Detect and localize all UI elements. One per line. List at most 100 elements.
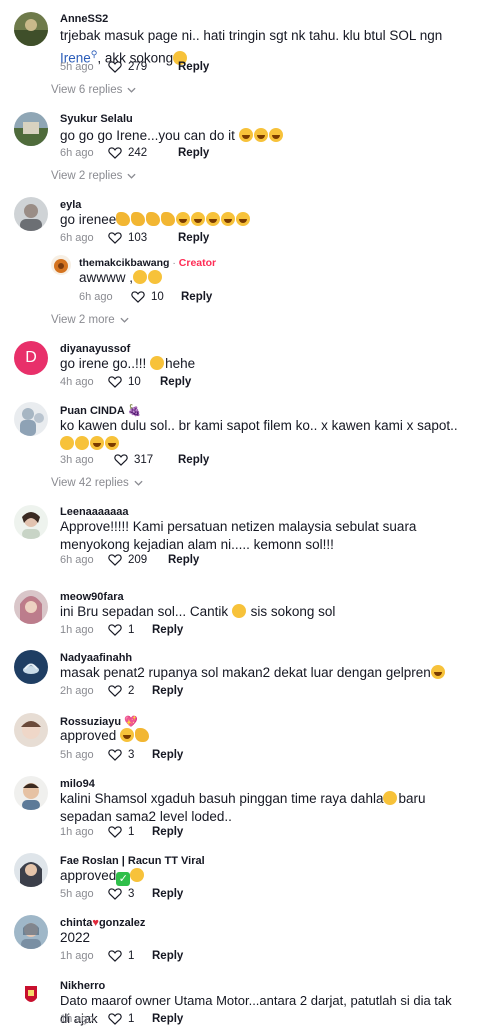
- emoji-icon: [60, 436, 74, 450]
- comment-username[interactable]: diyanayussof: [60, 343, 130, 355]
- thumbs-up-icon: [135, 728, 150, 742]
- heart-icon[interactable]: [108, 146, 122, 159]
- comment-meta: 3h ago 317 Reply: [60, 453, 209, 466]
- heart-icon[interactable]: [108, 684, 122, 697]
- chevron-down-icon: [120, 317, 129, 323]
- heart-icon[interactable]: [108, 553, 122, 566]
- avatar[interactable]: [14, 12, 48, 46]
- comment-username[interactable]: meow90fara: [60, 591, 124, 603]
- avatar[interactable]: [14, 505, 48, 539]
- emoji-icon: [236, 212, 251, 226]
- comment-username[interactable]: Syukur Selalu: [60, 113, 133, 125]
- comment-username[interactable]: Nadyaafinahh: [60, 652, 132, 664]
- like-count: 10: [151, 290, 164, 303]
- comment-text: go irenee: [60, 211, 460, 229]
- heart-icon[interactable]: [108, 887, 122, 900]
- comment-time: 5h ago: [60, 887, 94, 900]
- reply-button[interactable]: Reply: [160, 376, 191, 388]
- heart-icon[interactable]: [131, 290, 145, 303]
- comment-username[interactable]: Nikherro: [60, 980, 105, 992]
- heart-icon[interactable]: [108, 1012, 122, 1025]
- heart-icon[interactable]: [108, 623, 122, 636]
- reply-item: themakcikbawang · Creator awwww , 6h ago…: [0, 250, 500, 330]
- avatar[interactable]: [14, 853, 48, 887]
- reply-button[interactable]: Reply: [152, 888, 183, 900]
- avatar[interactable]: [14, 112, 48, 146]
- comment-item: Syukur Selalu go go go Irene...you can d…: [0, 100, 500, 190]
- reply-button[interactable]: Reply: [152, 950, 183, 962]
- comment-time: 4h ago: [60, 375, 94, 388]
- avatar[interactable]: [14, 776, 48, 810]
- avatar[interactable]: [14, 402, 48, 436]
- view-replies-button[interactable]: View 6 replies: [51, 84, 136, 96]
- reply-button[interactable]: Reply: [178, 147, 209, 159]
- comment-item: Fae Roslan | Racun TT Viral approved ✓ 5h…: [0, 845, 500, 907]
- reply-button[interactable]: Reply: [152, 1013, 183, 1025]
- avatar[interactable]: [14, 915, 48, 949]
- comment-username[interactable]: Puan CINDA 🍇: [60, 404, 141, 417]
- view-replies-button[interactable]: View 2 replies: [51, 170, 136, 182]
- heart-icon[interactable]: [108, 748, 122, 761]
- heart-icon[interactable]: [114, 453, 128, 466]
- emoji-icon: [238, 128, 253, 142]
- comment-time: 5h ago: [60, 748, 94, 761]
- comment-meta: 2h ago 2 Reply: [60, 684, 183, 697]
- emoji-icon: [105, 436, 119, 450]
- avatar[interactable]: [51, 255, 71, 275]
- comment-text: approved ✓: [60, 867, 460, 886]
- comment-text: Approve!!!!! Kami persatuan netizen mala…: [60, 519, 417, 552]
- heart-icon[interactable]: [108, 231, 122, 244]
- avatar[interactable]: [14, 650, 48, 684]
- emoji-icon: [231, 604, 246, 618]
- view-replies-button[interactable]: View 42 replies: [51, 477, 143, 489]
- comment-username[interactable]: Leenaaaaaaa: [60, 506, 129, 518]
- like-count: 1: [128, 623, 135, 636]
- reply-button[interactable]: Reply: [152, 685, 183, 697]
- emoji-icon: [383, 791, 398, 805]
- avatar[interactable]: [14, 713, 48, 747]
- avatar[interactable]: [14, 590, 48, 624]
- like-count: 103: [128, 231, 148, 244]
- heart-icon[interactable]: [108, 949, 122, 962]
- reply-button[interactable]: Reply: [178, 454, 209, 466]
- avatar[interactable]: [14, 978, 48, 1012]
- reply-button[interactable]: Reply: [152, 826, 183, 838]
- emoji-icon: [116, 212, 131, 226]
- like-count: 242: [128, 146, 148, 159]
- creator-badge: Creator: [178, 257, 217, 269]
- comment-time: 2h ago: [60, 684, 94, 697]
- avatar[interactable]: D: [14, 341, 48, 375]
- heart-icon[interactable]: [108, 60, 122, 73]
- check-mark-icon: ✓: [116, 872, 131, 886]
- comment-username[interactable]: chinta♥gonzalez: [60, 917, 145, 929]
- comment-meta: 4h ago 10 Reply: [60, 375, 191, 388]
- reply-button[interactable]: Reply: [181, 291, 212, 303]
- emoji-icon: [268, 128, 283, 142]
- reply-button[interactable]: Reply: [152, 624, 183, 636]
- heart-icon[interactable]: [108, 375, 122, 388]
- avatar-letter: D: [25, 349, 37, 366]
- reply-button[interactable]: Reply: [168, 554, 199, 566]
- emoji-icon: [206, 212, 221, 226]
- reply-username[interactable]: themakcikbawang · Creator: [79, 257, 216, 269]
- comment-time: 1h ago: [60, 1012, 94, 1025]
- reply-button[interactable]: Reply: [178, 232, 209, 244]
- comment-item: Rossuziayu 💖 approved 5h ago 3 Reply: [0, 705, 500, 767]
- reply-button[interactable]: Reply: [152, 749, 183, 761]
- comment-time: 6h ago: [60, 231, 94, 244]
- comment-username[interactable]: Fae Roslan | Racun TT Viral: [60, 855, 205, 867]
- comment-username[interactable]: eyla: [60, 199, 81, 211]
- comment-text: 2022: [60, 930, 91, 945]
- comment-username[interactable]: milo94: [60, 778, 95, 790]
- like-count: 10: [128, 375, 141, 388]
- comment-item: Nadyaafinahh masak penat2 rupanya sol ma…: [0, 645, 500, 705]
- heart-icon[interactable]: [108, 825, 122, 838]
- like-count: 1: [128, 825, 135, 838]
- reply-button[interactable]: Reply: [178, 61, 209, 73]
- avatar[interactable]: [14, 197, 48, 231]
- comment-item: Nikherro Dato maarof owner Utama Motor..…: [0, 970, 500, 1032]
- comment-username[interactable]: AnneSS2: [60, 13, 108, 25]
- grapes-icon: 🍇: [127, 405, 142, 417]
- view-more-replies-button[interactable]: View 2 more: [51, 314, 129, 326]
- comment-item: meow90fara ini Bru sepadan sol... Cantik…: [0, 585, 500, 645]
